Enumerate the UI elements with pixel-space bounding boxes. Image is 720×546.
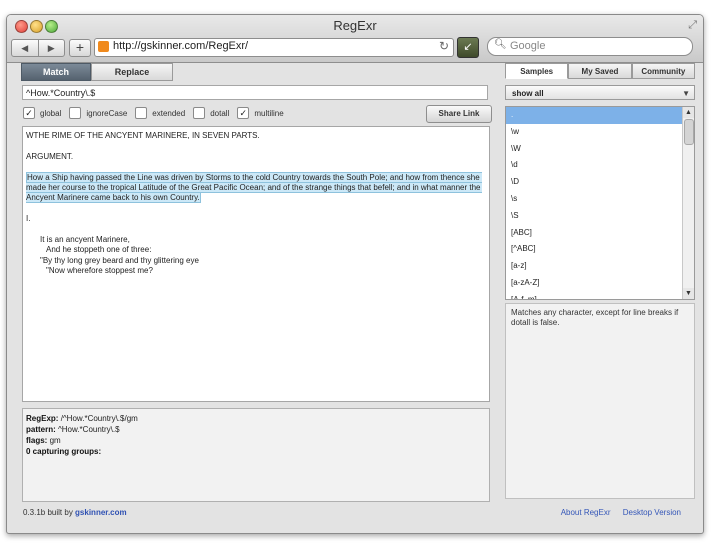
flags-label: flags: (26, 436, 48, 445)
flag-label: extended (152, 108, 186, 118)
scroll-up-icon[interactable]: ▲ (683, 107, 694, 118)
chevron-down-icon: ▼ (682, 89, 690, 98)
sample-item[interactable]: \w (506, 124, 683, 141)
flags-value: gm (49, 436, 61, 445)
window-title: RegExr (333, 18, 377, 33)
flag-label: ignoreCase (86, 108, 128, 118)
sample-item[interactable]: . (506, 107, 683, 124)
flag-ignorecase[interactable]: ignoreCase (69, 107, 127, 119)
tab-replace[interactable]: Replace (91, 63, 173, 81)
mode-tabs: Match Replace (21, 63, 173, 81)
scroll-down-icon[interactable]: ▼ (683, 288, 694, 299)
sample-item[interactable]: [^ABC] (506, 241, 683, 258)
sample-item[interactable]: [ABC] (506, 225, 683, 242)
flag-label: global (40, 108, 62, 118)
forward-button[interactable]: ▶ (37, 40, 65, 56)
back-button[interactable]: ◀ (12, 40, 38, 56)
sample-description: Matches any character, except for line b… (505, 303, 695, 499)
search-icon: 🔍︎ (494, 39, 507, 50)
flag-label: dotall (210, 108, 230, 118)
tab-my-saved[interactable]: My Saved (568, 63, 632, 79)
samples-list: . \w \W \d \D \s \S [ABC] [^ABC] [a-z] [… (505, 106, 695, 300)
filter-dropdown[interactable]: show all ▼ (505, 85, 695, 100)
results-panel: RegExp: /^How.*Country\.$/gm pattern: ^H… (22, 408, 490, 502)
samples-tabs: Samples My Saved Community (505, 63, 695, 79)
search-input[interactable]: 🔍︎ Google (487, 37, 693, 56)
poem-line: And he stoppeth one of three: (46, 245, 152, 255)
regexp-result: RegExp: /^How.*Country\.$/gm (26, 413, 486, 424)
regexp-label: RegExp: (26, 414, 59, 423)
sample-item[interactable]: \s (506, 191, 683, 208)
footer-credit: 0.3.1b built by gskinner.com (23, 508, 127, 517)
sample-item[interactable]: \W (506, 141, 683, 158)
poem-line: "Now wherefore stoppest me? (46, 266, 153, 276)
ignorecase-checkbox[interactable] (69, 107, 82, 119)
search-placeholder: Google (510, 40, 546, 52)
groups-result: 0 capturing groups: (26, 446, 486, 457)
sample-item[interactable]: [A-f_m] (506, 292, 683, 299)
flag-multiline[interactable]: ✓ multiline (237, 107, 284, 119)
flag-extended[interactable]: extended (135, 107, 185, 119)
title-bar: RegExr ⤢ ◀ ▶ + http://gskinner.com/RegEx… (7, 15, 703, 63)
tab-community[interactable]: Community (631, 63, 695, 79)
dotall-checkbox[interactable] (193, 107, 206, 119)
global-checkbox[interactable]: ✓ (23, 107, 35, 119)
address-bar[interactable]: http://gskinner.com/RegExr/ ↻ (94, 38, 454, 57)
about-link[interactable]: About RegExr (561, 508, 611, 517)
site-favicon-icon (98, 41, 109, 52)
share-link-button[interactable]: Share Link (426, 105, 492, 123)
flag-dotall[interactable]: dotall (193, 107, 229, 119)
text-line: WTHE RIME OF THE ANCYENT MARINERE, IN SE… (26, 131, 260, 140)
samples-panel: Samples My Saved Community show all ▼ . … (505, 63, 695, 499)
sample-item[interactable]: \d (506, 157, 683, 174)
scroll-thumb[interactable] (684, 119, 694, 145)
pattern-result: pattern: ^How.*Country\.$ (26, 424, 486, 435)
regexp-value: /^How.*Country\.$/gm (60, 414, 138, 423)
text-line: ARGUMENT. (26, 151, 74, 161)
flag-label: multiline (254, 108, 284, 118)
browser-window: RegExr ⤢ ◀ ▶ + http://gskinner.com/RegEx… (6, 14, 704, 534)
extension-button[interactable]: ↙ (457, 37, 479, 58)
flags-result: flags: gm (26, 435, 486, 446)
sample-item[interactable]: [a-zA-Z] (506, 275, 683, 292)
list-scrollbar[interactable]: ▲ ▼ (682, 107, 694, 299)
footer-links: About RegExr Desktop Version (551, 508, 681, 517)
source-text-area[interactable]: WTHE RIME OF THE ANCYENT MARINERE, IN SE… (22, 126, 490, 402)
groups-label: 0 capturing groups: (26, 447, 102, 456)
nav-buttons: ◀ ▶ (11, 39, 65, 57)
sample-item[interactable]: [a-z] (506, 258, 683, 275)
regex-pattern-input[interactable]: ^How.*Country\.$ (22, 85, 488, 100)
poem-line: It is an ancyent Marinere, (40, 235, 130, 245)
multiline-checkbox[interactable]: ✓ (237, 107, 250, 119)
pattern-value: ^How.*Country\.$ (58, 425, 120, 434)
flag-global[interactable]: ✓ global (23, 107, 61, 119)
author-link[interactable]: gskinner.com (75, 508, 127, 517)
reload-icon[interactable]: ↻ (439, 39, 449, 53)
fullscreen-icon[interactable]: ⤢ (688, 19, 697, 32)
text-line: I. (26, 214, 31, 224)
url-text: http://gskinner.com/RegExr/ (113, 40, 249, 52)
desktop-version-link[interactable]: Desktop Version (623, 508, 681, 517)
pattern-label: pattern: (26, 425, 56, 434)
version-text: 0.3.1b built by (23, 508, 73, 517)
tab-samples[interactable]: Samples (505, 63, 569, 79)
match-highlight: How a Ship having passed the Line was dr… (26, 171, 483, 204)
tab-match[interactable]: Match (21, 63, 91, 81)
add-bookmark-button[interactable]: + (69, 39, 91, 57)
sample-item[interactable]: \D (506, 174, 683, 191)
flags-row: ✓ global ignoreCase extended dotall ✓ mu… (23, 107, 292, 119)
sample-item[interactable]: \S (506, 208, 683, 225)
filter-value: show all (512, 89, 544, 98)
extended-checkbox[interactable] (135, 107, 148, 119)
poem-line: "By thy long grey beard and thy glitteri… (40, 255, 199, 265)
